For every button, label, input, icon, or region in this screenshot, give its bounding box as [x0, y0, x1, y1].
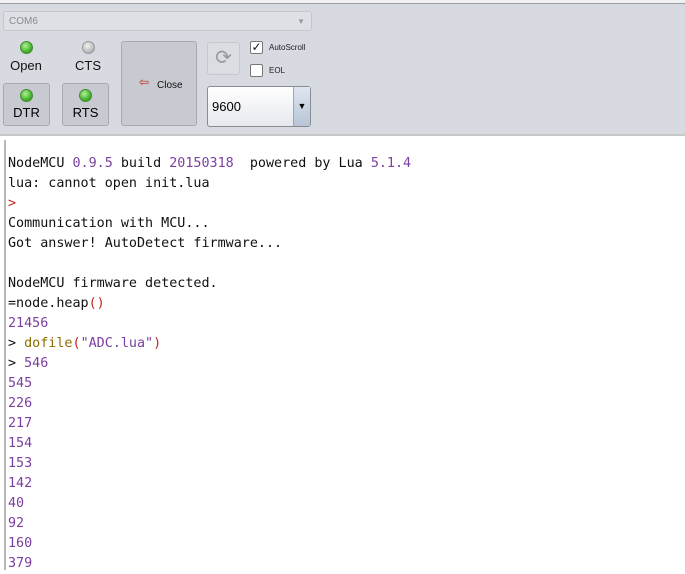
terminal-line: lua: cannot open init.lua — [8, 174, 411, 194]
autoscroll-label: AutoScroll — [269, 43, 306, 52]
toolbar: COM6 ▼ Open CTS DTR RTS ⇦ Close ⟳ ✓ AutoSc… — [0, 0, 685, 134]
refresh-button[interactable]: ⟳ — [207, 42, 240, 75]
dtr-label: DTR — [13, 105, 40, 120]
autoscroll-checkbox[interactable]: ✓ — [250, 41, 263, 54]
terminal-token: Communication with MCU... — [8, 216, 210, 231]
terminal-line: > 546 — [8, 354, 411, 374]
terminal-token: 5.1.4 — [370, 156, 412, 171]
open-indicator: Open — [3, 41, 49, 73]
close-button[interactable]: ⇦ Close — [121, 41, 197, 126]
port-value: COM6 — [9, 16, 38, 27]
terminal-token: 20150318 — [169, 156, 234, 171]
terminal-token: 546 — [24, 356, 49, 371]
terminal-line: 153 — [8, 454, 411, 474]
terminal-token: Got answer! AutoDetect firmware... — [8, 236, 283, 251]
terminal-line: 154 — [8, 434, 411, 454]
terminal-token: 226 — [8, 396, 33, 411]
eol-checkbox[interactable] — [250, 64, 263, 77]
terminal-token: 92 — [8, 516, 25, 531]
rts-toggle[interactable]: RTS — [62, 83, 109, 126]
terminal-token: "ADC.lua" — [80, 336, 154, 351]
terminal-lines: NodeMCU 0.9.5 build 20150318 powered by … — [8, 154, 411, 574]
terminal-token: () — [88, 296, 105, 311]
terminal-token: powered by Lua — [233, 156, 371, 171]
led-icon — [19, 41, 33, 54]
terminal-token: build — [112, 156, 170, 171]
led-icon — [79, 89, 92, 102]
terminal-line: 217 — [8, 414, 411, 434]
terminal-line: NodeMCU firmware detected. — [8, 274, 411, 294]
close-label: Close — [157, 80, 183, 91]
terminal-token: ) — [153, 336, 162, 351]
cts-label: CTS — [75, 58, 101, 73]
terminal-line: 545 — [8, 374, 411, 394]
terminal-token: lua: cannot open init.lua — [8, 176, 210, 191]
led-icon — [20, 89, 33, 102]
terminal-token: 40 — [8, 496, 25, 511]
terminal-token: 142 — [8, 476, 33, 491]
terminal-output[interactable]: NodeMCU 0.9.5 build 20150318 powered by … — [0, 134, 685, 571]
terminal-line: > — [8, 194, 411, 214]
terminal-token: 217 — [8, 416, 33, 431]
port-select[interactable]: COM6 ▼ — [3, 11, 312, 31]
terminal-token: 0.9.5 — [72, 156, 113, 171]
baud-select[interactable]: 9600 ▼ — [207, 86, 311, 127]
terminal-token: NodeMCU firmware detected. — [8, 276, 218, 291]
terminal-line: 92 — [8, 514, 411, 534]
terminal-line: 160 — [8, 534, 411, 554]
terminal-token: 154 — [8, 436, 33, 451]
terminal-token: 153 — [8, 456, 33, 471]
terminal-line: Communication with MCU... — [8, 214, 411, 234]
terminal-token: > — [8, 196, 17, 211]
terminal-token: 21456 — [8, 316, 49, 331]
terminal-line: =node.heap() — [8, 294, 411, 314]
chevron-down-icon: ▼ — [297, 17, 305, 26]
terminal-token: > — [8, 356, 25, 371]
open-label: Open — [10, 58, 42, 73]
terminal-token: 160 — [8, 536, 33, 551]
eol-label: EOL — [269, 66, 286, 75]
rts-label: RTS — [72, 105, 99, 120]
terminal-token: 379 — [8, 556, 33, 571]
terminal-line: 21456 — [8, 314, 411, 334]
terminal-token: dofile — [24, 336, 73, 351]
terminal-token: 545 — [8, 376, 33, 391]
terminal-line: 226 — [8, 394, 411, 414]
terminal-line: NodeMCU 0.9.5 build 20150318 powered by … — [8, 154, 411, 174]
terminal-line: > dofile("ADC.lua") — [8, 334, 411, 354]
disconnect-icon: ⇦ — [139, 75, 150, 89]
terminal-line: 379 — [8, 554, 411, 574]
terminal-line: 40 — [8, 494, 411, 514]
terminal-line: Got answer! AutoDetect firmware... — [8, 234, 411, 254]
cts-indicator: CTS — [65, 41, 111, 73]
refresh-icon: ⟳ — [215, 47, 232, 69]
led-icon — [81, 41, 95, 54]
dtr-toggle[interactable]: DTR — [3, 83, 50, 126]
terminal-token: > — [8, 336, 25, 351]
terminal-token: ( — [72, 336, 81, 351]
terminal-token: =node.heap — [8, 296, 89, 311]
baud-value: 9600 — [212, 99, 241, 114]
terminal-token: NodeMCU — [8, 156, 73, 171]
terminal-line: 142 — [8, 474, 411, 494]
chevron-down-icon: ▼ — [293, 87, 310, 126]
